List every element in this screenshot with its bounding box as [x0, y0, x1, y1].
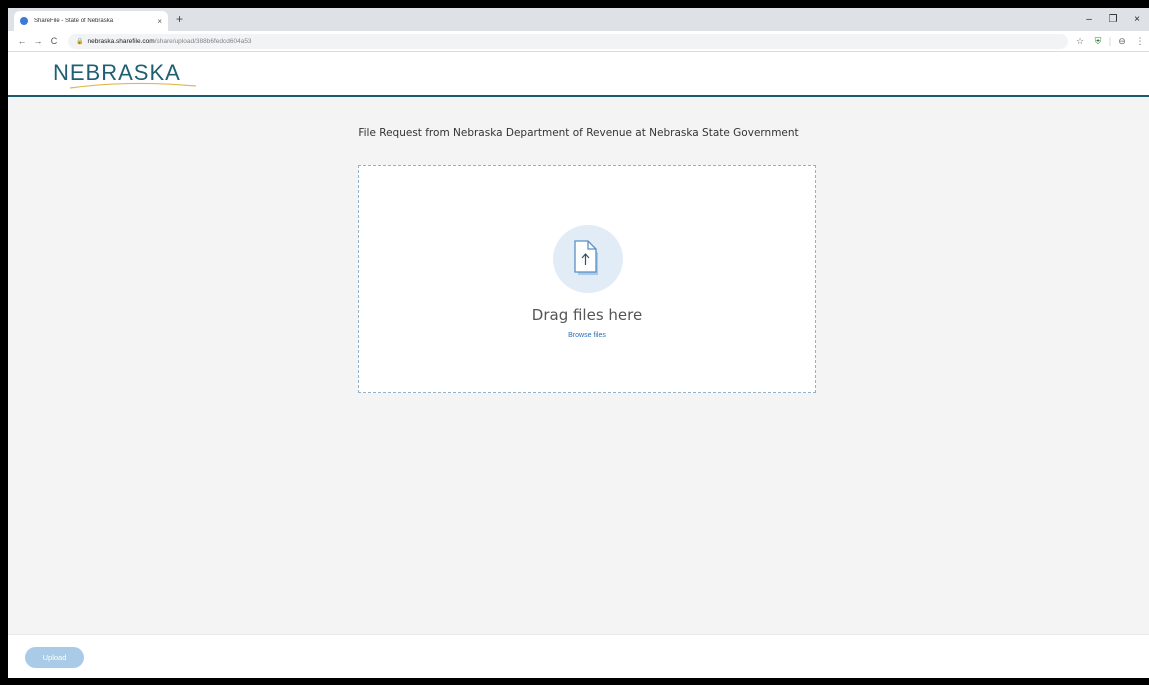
- extension-icon[interactable]: ⛨: [1089, 36, 1107, 47]
- window-controls: – ❐ ×: [1077, 8, 1149, 31]
- browser-window: ShareFile - State of Nebraska × + – ❐ × …: [8, 8, 1149, 678]
- tab-strip: ShareFile - State of Nebraska × + – ❐ ×: [8, 8, 1149, 31]
- browser-tab[interactable]: ShareFile - State of Nebraska ×: [14, 11, 168, 31]
- close-window-button[interactable]: ×: [1125, 14, 1149, 25]
- upload-icon-circle: [553, 225, 623, 293]
- main-content: File Request from Nebraska Department of…: [8, 97, 1149, 634]
- back-arrow-icon[interactable]: ←: [14, 36, 30, 46]
- request-title: File Request from Nebraska Department of…: [358, 127, 799, 139]
- url-host: nebraska.sharefile.com: [87, 37, 155, 45]
- url-path: /share/upload/388b6fedcd604a53: [154, 37, 252, 45]
- forward-arrow-icon[interactable]: →: [30, 36, 46, 46]
- browser-toolbar: ← → C 🔒 nebraska.sharefile.com/share/upl…: [8, 31, 1149, 52]
- logo-swoosh-icon: [69, 82, 197, 89]
- bookmark-star-icon[interactable]: ☆: [1071, 36, 1089, 47]
- lock-icon: 🔒: [76, 38, 84, 45]
- profile-icon[interactable]: ⊖: [1113, 36, 1131, 47]
- menu-kebab-icon[interactable]: ⋮: [1131, 36, 1149, 47]
- tab-title: ShareFile - State of Nebraska: [34, 18, 114, 24]
- new-tab-button[interactable]: +: [176, 11, 183, 27]
- upload-button[interactable]: Upload: [25, 647, 84, 668]
- drag-files-text: Drag files here: [531, 306, 643, 324]
- browse-files-link[interactable]: Browse files: [359, 332, 815, 339]
- minimize-button[interactable]: –: [1077, 14, 1101, 25]
- tab-close-icon[interactable]: ×: [157, 17, 162, 26]
- restore-button[interactable]: ❐: [1101, 14, 1125, 25]
- file-upload-icon: [574, 240, 598, 275]
- reload-icon[interactable]: C: [46, 36, 62, 46]
- toolbar-actions: ☆ ⛨ | ⊖ ⋮: [1071, 31, 1149, 51]
- address-bar[interactable]: 🔒 nebraska.sharefile.com/share/upload/38…: [68, 33, 1068, 49]
- footer-bar: Upload: [8, 634, 1149, 678]
- site-header: NEBRASKA: [8, 52, 1149, 97]
- sharefile-favicon-icon: [20, 17, 28, 25]
- file-dropzone[interactable]: Drag files here Browse files: [358, 165, 816, 393]
